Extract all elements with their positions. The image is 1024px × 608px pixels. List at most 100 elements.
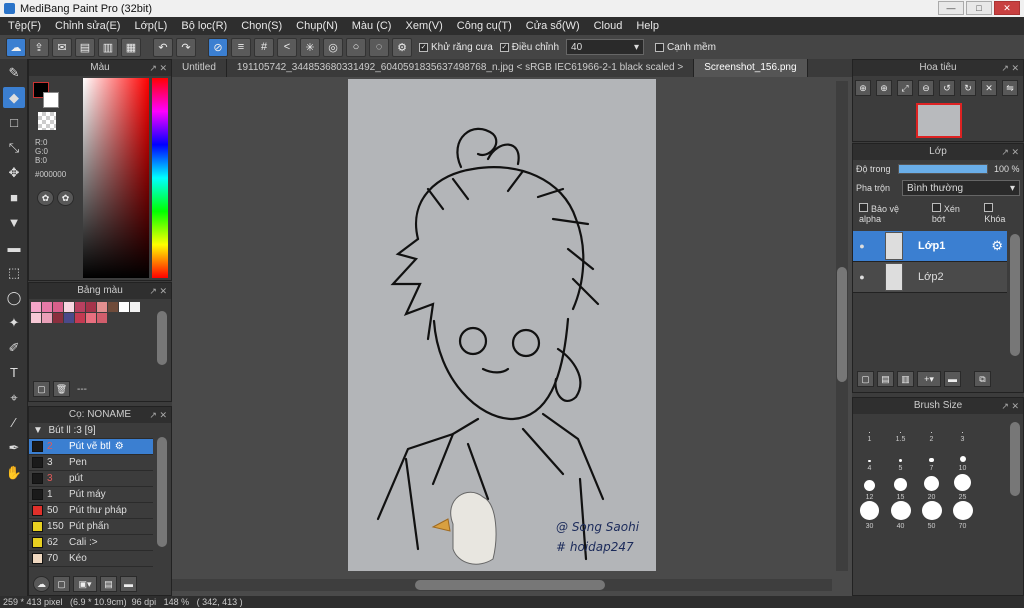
lasso-tool-icon[interactable]: ◯ [3, 287, 25, 308]
menu-edit[interactable]: Chỉnh sửa(E) [55, 20, 120, 32]
menu-snap[interactable]: Chụp(N) [296, 20, 338, 32]
add-layer-menu-icon[interactable]: +▾ [917, 371, 941, 387]
reset-icon[interactable]: ✕ [981, 80, 997, 96]
brush-size-option[interactable]: 70 [947, 501, 978, 530]
brush-size-option[interactable]: 4 [854, 443, 885, 472]
visibility-icon[interactable]: ● [853, 241, 871, 251]
menu-filter[interactable]: Bộ lọc(R) [181, 20, 227, 32]
minimize-button[interactable]: — [938, 1, 964, 15]
hue-slider[interactable] [152, 78, 168, 278]
snap-radial-icon[interactable]: ✳ [300, 37, 320, 57]
grid-icon[interactable]: ▦ [121, 37, 141, 57]
menu-view[interactable]: Xem(V) [405, 20, 442, 32]
brush-size-option[interactable]: 10 [947, 443, 978, 472]
brush-settings-icon[interactable]: ▤ [100, 576, 117, 592]
canvas-horizontal-scrollbar[interactable] [172, 579, 832, 591]
snap-off-icon[interactable]: ⊘ [208, 37, 228, 57]
snap-grid-icon[interactable]: # [254, 37, 274, 57]
brush-size-option[interactable]: 3 [947, 414, 978, 443]
clip-checkbox[interactable] [931, 203, 941, 212]
blend-select[interactable]: Bình thường ▾ [902, 180, 1020, 196]
color-swatch[interactable] [108, 302, 118, 312]
zoom-in-icon[interactable]: ⊕ [855, 80, 871, 96]
snap-perspective-icon[interactable]: < [277, 37, 297, 57]
brush-size-option[interactable]: 7 [916, 443, 947, 472]
brush-size-option[interactable]: 40 [885, 501, 916, 530]
transparent-color-swatch[interactable] [38, 112, 56, 130]
brush-menu-icon[interactable]: ▣▾ [73, 576, 97, 592]
bucket-tool-icon[interactable]: ▼ [3, 212, 25, 233]
layer-folder-icon[interactable]: ▬ [944, 371, 961, 387]
lock-checkbox[interactable] [984, 203, 994, 212]
operation-tool-icon[interactable]: ⌖ [3, 387, 25, 408]
new-layer-icon[interactable]: ▢ [857, 371, 874, 387]
brush-size-option[interactable]: 1.5 [885, 414, 916, 443]
close-button[interactable]: ✕ [994, 1, 1020, 15]
undo-icon[interactable]: ↶ [153, 37, 173, 57]
swatch-scrollbar[interactable] [157, 311, 167, 365]
fit-icon[interactable]: ⤢ [897, 80, 913, 96]
popout-icon[interactable]: ↗ ✕ [1001, 398, 1019, 414]
color-swatch[interactable] [97, 302, 107, 312]
popout-icon[interactable]: ↗ ✕ [149, 283, 167, 299]
color-swatch[interactable] [31, 313, 41, 323]
color-swatch[interactable] [53, 313, 63, 323]
drawing-canvas[interactable]: @ Song Saohi # hoidap247 [348, 79, 656, 571]
brush-list-item[interactable]: 1 Pút máy [29, 487, 153, 503]
add-brush-icon[interactable]: ▢ [53, 576, 70, 592]
color-swatch[interactable] [64, 313, 74, 323]
color-swatch[interactable] [53, 302, 63, 312]
brush-size-option[interactable]: 1 [854, 414, 885, 443]
color-swatch[interactable] [130, 302, 140, 312]
color-swatch[interactable] [42, 313, 52, 323]
snap-circle-icon[interactable]: ○ [346, 37, 366, 57]
brush-folder-icon[interactable]: ▬ [120, 576, 137, 592]
share-icon[interactable]: ⇪ [29, 37, 49, 57]
popout-icon[interactable]: ↗ ✕ [149, 407, 167, 423]
color-swatch[interactable] [42, 302, 52, 312]
secondary-color-swatch[interactable] [43, 92, 59, 108]
menu-tools[interactable]: Công cụ(T) [457, 20, 512, 32]
zoom-plus-icon[interactable]: ⊕ [876, 80, 892, 96]
layer-row[interactable]: ● Lớp2 [853, 262, 1007, 293]
menu-select[interactable]: Chọn(S) [241, 20, 282, 32]
brush-size-option[interactable]: 12 [854, 472, 885, 501]
brush-list-item[interactable]: 62 Cali :> [29, 535, 153, 551]
brush-scrollbar[interactable] [157, 437, 167, 547]
tab-jpg-image[interactable]: 191105742_344853680331492_60405918356374… [227, 59, 695, 77]
soft-edge-checkbox[interactable] [655, 42, 665, 52]
brush-list-item[interactable]: 3 Pen [29, 455, 153, 471]
antialias-checkbox[interactable]: ✓ [419, 42, 428, 52]
adjust-select[interactable]: 40 ▾ [566, 39, 645, 55]
menu-help[interactable]: Help [636, 20, 659, 32]
brush-size-option[interactable]: 20 [916, 472, 947, 501]
menu-layer[interactable]: Lớp(L) [134, 20, 167, 32]
eyedropper-tool-icon[interactable]: ✒ [3, 437, 25, 458]
menu-color[interactable]: Màu (C) [352, 20, 392, 32]
gradient-tool-icon[interactable]: ▬ [3, 237, 25, 258]
delete-swatch-icon[interactable]: 🗑 [53, 381, 70, 397]
brush-size-option[interactable]: 50 [916, 501, 947, 530]
snap-parallel-icon[interactable]: ≡ [231, 37, 251, 57]
dot-tool-icon[interactable]: □ [3, 112, 25, 133]
select-tool-icon[interactable]: ⬚ [3, 262, 25, 283]
color-swatch[interactable] [31, 302, 41, 312]
brush-list-item[interactable]: 50 Pút thư pháp [29, 503, 153, 519]
color-swatch[interactable] [119, 302, 129, 312]
brush-size-option[interactable]: 15 [885, 472, 916, 501]
popout-icon[interactable]: ↗ ✕ [149, 60, 167, 76]
cloud-icon[interactable]: ☁ [6, 37, 26, 57]
brush-cloud-icon[interactable]: ☁ [33, 576, 50, 592]
menu-cloud[interactable]: Cloud [594, 20, 623, 32]
tab-untitled[interactable]: Untitled [172, 59, 227, 77]
layer-settings-gear-icon[interactable]: ⚙ [991, 238, 1003, 254]
snap-settings-icon[interactable]: ⚙ [392, 37, 412, 57]
menu-file[interactable]: Tệp(F) [8, 20, 41, 32]
new-swatch-icon[interactable]: ▢ [33, 381, 50, 397]
brush-group[interactable]: ▼ Bút ll :3 [9] [29, 423, 153, 439]
new-8bit-layer-icon[interactable]: ▥ [897, 371, 914, 387]
tab-screenshot[interactable]: Screenshot_156.png [694, 59, 808, 77]
canvas-vertical-scrollbar[interactable] [836, 81, 848, 571]
eraser-tool-icon[interactable]: ◆ [3, 87, 25, 108]
rotate-right-icon[interactable]: ↻ [960, 80, 976, 96]
